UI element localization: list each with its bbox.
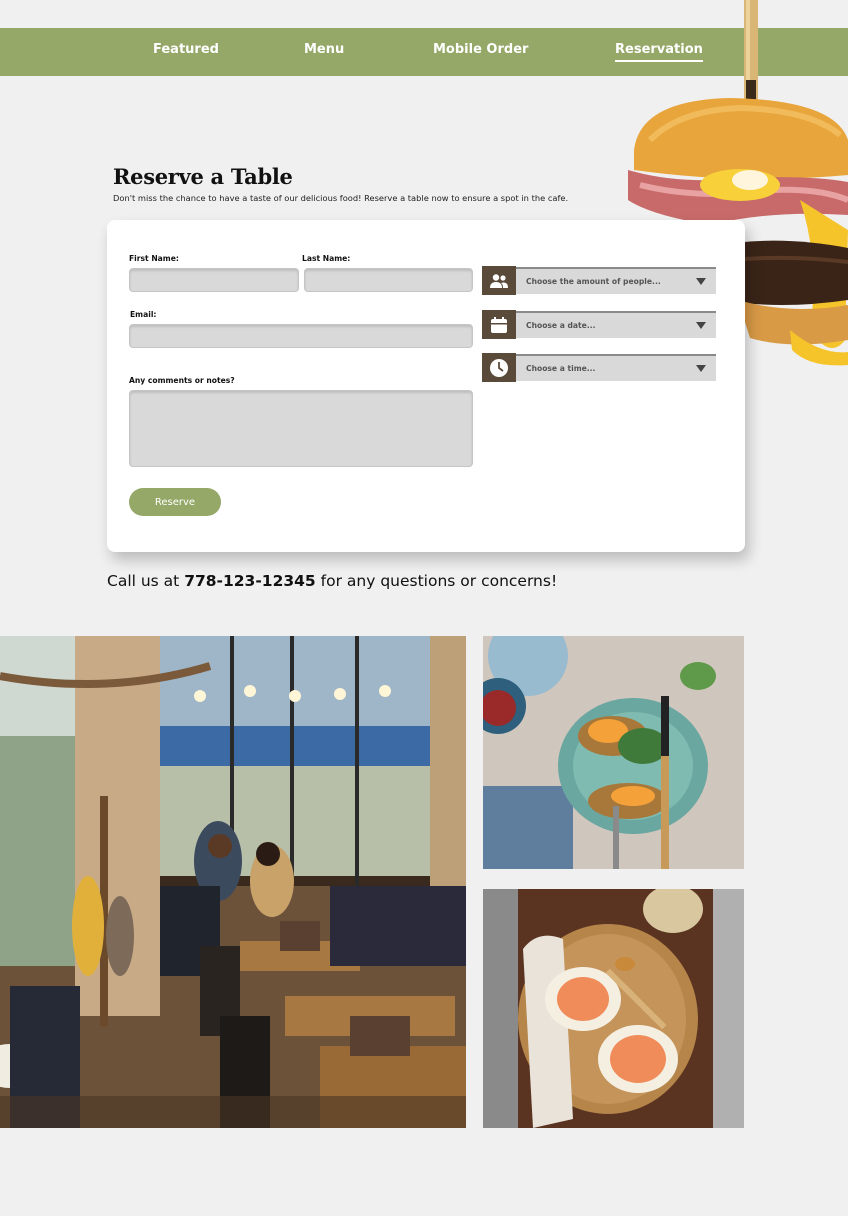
comments-textarea[interactable]	[129, 390, 473, 467]
chevron-down-icon	[696, 278, 706, 285]
nav-featured[interactable]: Featured	[153, 42, 219, 57]
people-icon	[482, 266, 516, 295]
contact-suffix: for any questions or concerns!	[320, 572, 558, 590]
email-input[interactable]	[129, 324, 473, 348]
people-select-text: Choose the amount of people...	[526, 277, 661, 286]
last-name-input[interactable]	[304, 268, 473, 292]
chevron-down-icon	[696, 365, 706, 372]
calendar-icon	[482, 310, 516, 339]
date-select-text: Choose a date...	[526, 321, 596, 330]
comments-label: Any comments or notes?	[129, 376, 235, 385]
page-subtitle: Don't miss the chance to have a taste of…	[113, 193, 569, 203]
people-select[interactable]: Choose the amount of people...	[482, 266, 716, 295]
email-label: Email:	[130, 310, 157, 319]
reserve-button[interactable]: Reserve	[129, 488, 221, 516]
time-select-text: Choose a time...	[526, 364, 596, 373]
cafe-interior-photo	[0, 636, 466, 1128]
last-name-label: Last Name:	[302, 254, 351, 263]
contact-line: Call us at 778-123-12345 for any questio…	[107, 572, 557, 590]
reservation-form: First Name: Last Name: Email: Any commen…	[107, 220, 745, 552]
nav-menu[interactable]: Menu	[304, 42, 344, 57]
time-select[interactable]: Choose a time...	[482, 353, 716, 382]
chevron-down-icon	[696, 322, 706, 329]
clock-icon	[482, 353, 516, 382]
egg-toast-photo	[483, 636, 744, 869]
date-select[interactable]: Choose a date...	[482, 310, 716, 339]
first-name-input[interactable]	[129, 268, 299, 292]
page-title: Reserve a Table	[113, 164, 293, 189]
salmon-toast-photo	[483, 889, 744, 1128]
phone-number[interactable]: 778-123-12345	[184, 572, 316, 590]
nav-mobile-order[interactable]: Mobile Order	[433, 42, 528, 57]
first-name-label: First Name:	[129, 254, 179, 263]
contact-prefix: Call us at	[107, 572, 180, 590]
